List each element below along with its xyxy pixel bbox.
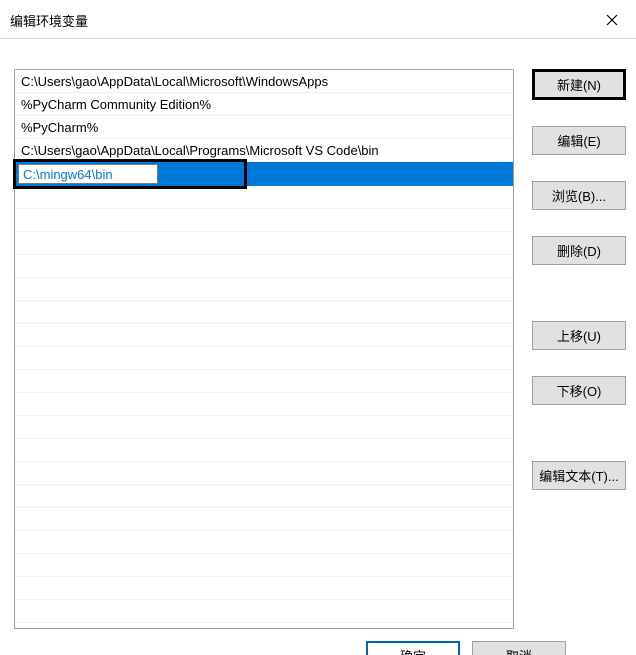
close-button[interactable] [598,8,626,32]
list-item-empty[interactable] [15,324,513,347]
edit-text-button[interactable]: 编辑文本(T)... [532,461,626,490]
cancel-button[interactable]: 取消 [472,641,566,655]
list-item[interactable]: %PyCharm% [15,116,513,139]
list-item-empty[interactable] [15,554,513,577]
list-item-empty[interactable] [15,186,513,209]
path-edit-input[interactable] [18,164,158,184]
list-item-empty[interactable] [15,577,513,600]
list-item-empty[interactable] [15,370,513,393]
list-item-empty[interactable] [15,255,513,278]
list-item-empty[interactable] [15,301,513,324]
list-item-empty[interactable] [15,462,513,485]
list-item-empty[interactable] [15,531,513,554]
ok-button[interactable]: 确定 [366,641,460,655]
delete-button[interactable]: 删除(D) [532,236,626,265]
list-item-empty[interactable] [15,485,513,508]
button-column: 新建(N) 编辑(E) 浏览(B)... 删除(D) 上移(U) 下移(O) 编… [532,69,626,629]
list-item[interactable]: C:\Users\gao\AppData\Local\Microsoft\Win… [15,70,513,93]
browse-button[interactable]: 浏览(B)... [532,181,626,210]
move-down-button[interactable]: 下移(O) [532,376,626,405]
list-item-empty[interactable] [15,232,513,255]
list-item-editing[interactable] [15,162,513,186]
new-button[interactable]: 新建(N) [532,69,626,100]
list-item-empty[interactable] [15,209,513,232]
close-icon [606,14,618,26]
list-item-empty[interactable] [15,278,513,301]
list-item-empty[interactable] [15,393,513,416]
titlebar: 编辑环境变量 [0,0,636,39]
window-title: 编辑环境变量 [10,11,88,30]
list-item-empty[interactable] [15,508,513,531]
move-up-button[interactable]: 上移(U) [532,321,626,350]
list-item-empty[interactable] [15,347,513,370]
list-item-empty[interactable] [15,416,513,439]
list-item-empty[interactable] [15,600,513,623]
list-item-empty[interactable] [15,439,513,462]
list-item[interactable]: %PyCharm Community Edition% [15,93,513,116]
content-area: C:\Users\gao\AppData\Local\Microsoft\Win… [0,39,636,629]
footer-buttons: 确定 取消 [366,641,566,655]
list-item[interactable]: C:\Users\gao\AppData\Local\Programs\Micr… [15,139,513,162]
path-list[interactable]: C:\Users\gao\AppData\Local\Microsoft\Win… [14,69,514,629]
edit-button[interactable]: 编辑(E) [532,126,626,155]
